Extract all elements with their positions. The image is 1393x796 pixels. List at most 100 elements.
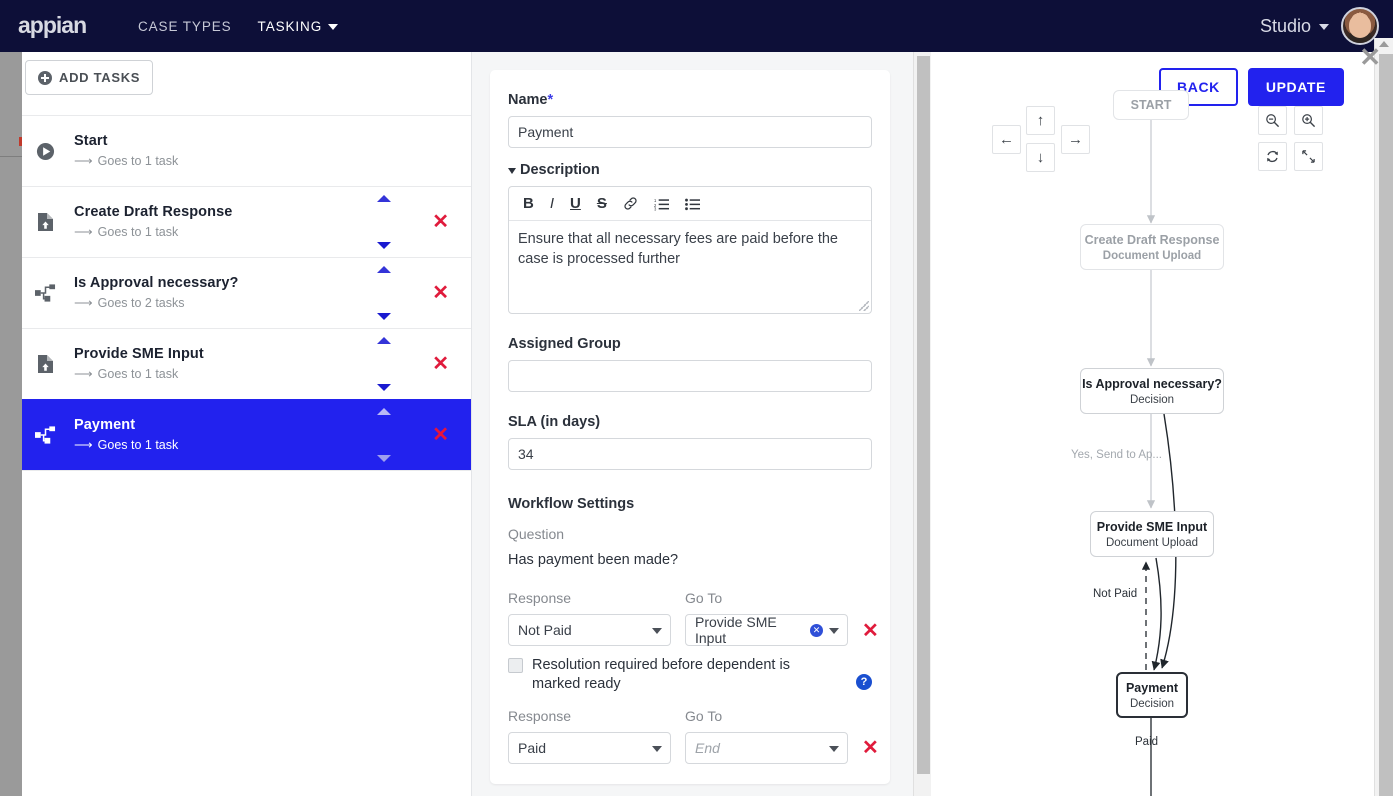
list-end-divider — [22, 470, 471, 471]
reorder-controls — [377, 337, 391, 391]
chevron-down-icon — [829, 745, 839, 752]
task-subtitle: ⟶ Goes to 1 task — [74, 224, 232, 240]
underline-icon[interactable]: U — [570, 195, 581, 212]
response-select-1[interactable]: Not Paid — [508, 614, 671, 646]
task-subtitle-text: Goes to 1 task — [97, 438, 179, 452]
close-icon[interactable]: ✕ — [1359, 44, 1381, 70]
description-textarea[interactable]: Ensure that all necessary fees are paid … — [509, 221, 871, 313]
bullet-list-icon[interactable] — [684, 197, 700, 211]
svg-text:3: 3 — [654, 206, 657, 210]
add-tasks-button[interactable]: Add Tasks — [25, 60, 154, 95]
arrow-right-icon: ⟶ — [74, 295, 93, 310]
diagram-node-create-draft-response[interactable]: Create Draft Response Document Upload — [1080, 224, 1224, 270]
goto-select-2-value: End — [695, 739, 720, 756]
svg-text:appian: appian — [18, 13, 86, 38]
delete-response-row-1-icon[interactable]: ✕ — [862, 618, 879, 643]
task-row-provide-sme-input[interactable]: Provide SME Input ⟶ Goes to 1 task ✕ — [22, 328, 471, 399]
delete-task-icon[interactable]: ✕ — [432, 354, 449, 374]
response-row-2: Paid End ✕ — [508, 731, 879, 764]
resolution-required-label: Resolution required before dependent is … — [532, 657, 790, 692]
task-row-text: Payment ⟶ Goes to 1 task — [74, 417, 178, 453]
goto-select-1[interactable]: Provide SME Input ✕ — [685, 614, 848, 646]
move-up-icon[interactable] — [377, 266, 391, 273]
task-subtitle: ⟶ Goes to 1 task — [74, 437, 178, 453]
task-row-create-draft-response[interactable]: Create Draft Response ⟶ Goes to 1 task ✕ — [22, 186, 471, 257]
task-list: Start ⟶ Goes to 1 task Create Draft Resp… — [22, 115, 471, 471]
arrow-right-icon: ⟶ — [74, 224, 93, 239]
move-up-icon[interactable] — [377, 195, 391, 202]
arrow-right-icon: ⟶ — [74, 437, 93, 452]
task-title: Payment — [74, 417, 136, 433]
response-column-label: Response — [508, 590, 572, 606]
description-text: Ensure that all necessary fees are paid … — [518, 231, 838, 267]
node-title: Payment — [1125, 680, 1179, 695]
assigned-group-input[interactable] — [508, 360, 872, 392]
page-scrollbar[interactable] — [1374, 38, 1393, 796]
nav-link-tasking[interactable]: TASKING — [258, 19, 339, 34]
appian-logo[interactable]: appian — [18, 13, 106, 39]
clear-selection-icon[interactable]: ✕ — [810, 623, 823, 637]
resize-grip-icon[interactable] — [859, 301, 869, 311]
diagram-node-provide-sme-input[interactable]: Provide SME Input Document Upload — [1090, 511, 1214, 557]
node-subtitle: Document Upload — [1105, 536, 1199, 549]
italic-icon[interactable]: I — [550, 195, 554, 212]
studio-menu[interactable]: Studio — [1260, 16, 1329, 37]
sla-input[interactable] — [508, 438, 872, 470]
nav-links: CASE TYPES TASKING — [138, 19, 339, 34]
move-down-icon[interactable] — [377, 455, 391, 462]
task-row-text: Is Approval necessary? ⟶ Goes to 2 tasks — [74, 275, 238, 311]
top-navigation-bar: appian CASE TYPES TASKING Studio — [0, 0, 1393, 52]
task-details-form-panel: Name* Description B I U S 123 — [472, 38, 922, 796]
arrow-right-icon: ⟶ — [74, 153, 93, 168]
plus-circle-icon — [38, 70, 52, 85]
response-row-1: Not Paid Provide SME Input ✕ ✕ — [508, 614, 879, 646]
task-row-text: Provide SME Input ⟶ Goes to 1 task — [74, 346, 204, 382]
delete-response-row-2-icon[interactable]: ✕ — [862, 735, 879, 760]
help-icon[interactable]: ? — [856, 674, 872, 690]
delete-task-icon[interactable]: ✕ — [432, 212, 449, 232]
task-title: Is Approval necessary? — [74, 275, 239, 291]
node-subtitle: Decision — [1129, 697, 1175, 710]
task-row-is-approval-necessary[interactable]: Is Approval necessary? ⟶ Goes to 2 tasks… — [22, 257, 471, 328]
node-title: Provide SME Input — [1096, 519, 1208, 534]
task-subtitle: ⟶ Goes to 2 tasks — [74, 295, 238, 311]
move-down-icon[interactable] — [377, 384, 391, 391]
diagram-node-is-approval-necessary[interactable]: Is Approval necessary? Decision — [1080, 368, 1224, 414]
description-section-toggle[interactable]: Description — [508, 162, 872, 178]
task-details-card: Name* Description B I U S 123 — [490, 70, 890, 784]
response-column-label: Response — [508, 707, 572, 724]
description-rich-text-editor: B I U S 123 Ensure that all necessary fe… — [508, 186, 872, 314]
form-panel-scrollbar[interactable] — [913, 38, 931, 796]
move-up-icon[interactable] — [377, 408, 391, 415]
chevron-down-icon — [829, 628, 839, 634]
task-subtitle-text: Goes to 1 task — [97, 225, 179, 239]
task-row-start[interactable]: Start ⟶ Goes to 1 task — [22, 115, 471, 186]
delete-task-icon[interactable]: ✕ — [432, 425, 449, 445]
task-row-payment[interactable]: Payment ⟶ Goes to 1 task ✕ — [22, 399, 471, 470]
goto-select-2[interactable]: End — [685, 731, 848, 764]
response-select-2-value: Paid — [518, 739, 547, 756]
diagram-node-payment[interactable]: Payment Decision — [1116, 672, 1188, 718]
edge-label-yes-send-to-approval: Yes, Send to Ap... — [1071, 449, 1163, 461]
strikethrough-icon[interactable]: S — [597, 195, 607, 212]
node-title: START — [1130, 98, 1172, 112]
add-tasks-label: Add Tasks — [59, 70, 141, 85]
bold-icon[interactable]: B — [523, 195, 534, 212]
diagram-node-start[interactable]: START — [1113, 90, 1189, 120]
resolution-required-checkbox[interactable] — [508, 658, 523, 673]
scrollbar-thumb[interactable] — [917, 56, 930, 774]
scrollbar-thumb[interactable] — [1379, 54, 1393, 796]
response-select-2[interactable]: Paid — [508, 731, 671, 764]
delete-task-icon[interactable]: ✕ — [432, 283, 449, 303]
nav-right-group: Studio — [1260, 7, 1379, 45]
move-down-icon[interactable] — [377, 242, 391, 249]
ordered-list-icon[interactable]: 123 — [654, 197, 669, 211]
document-upload-icon — [28, 354, 62, 374]
move-up-icon[interactable] — [377, 337, 391, 344]
description-label: Description — [520, 162, 600, 178]
link-icon[interactable] — [623, 196, 638, 211]
name-input[interactable] — [508, 116, 872, 148]
decision-branch-icon — [28, 283, 62, 303]
move-down-icon[interactable] — [377, 313, 391, 320]
nav-link-case-types[interactable]: CASE TYPES — [138, 19, 232, 34]
